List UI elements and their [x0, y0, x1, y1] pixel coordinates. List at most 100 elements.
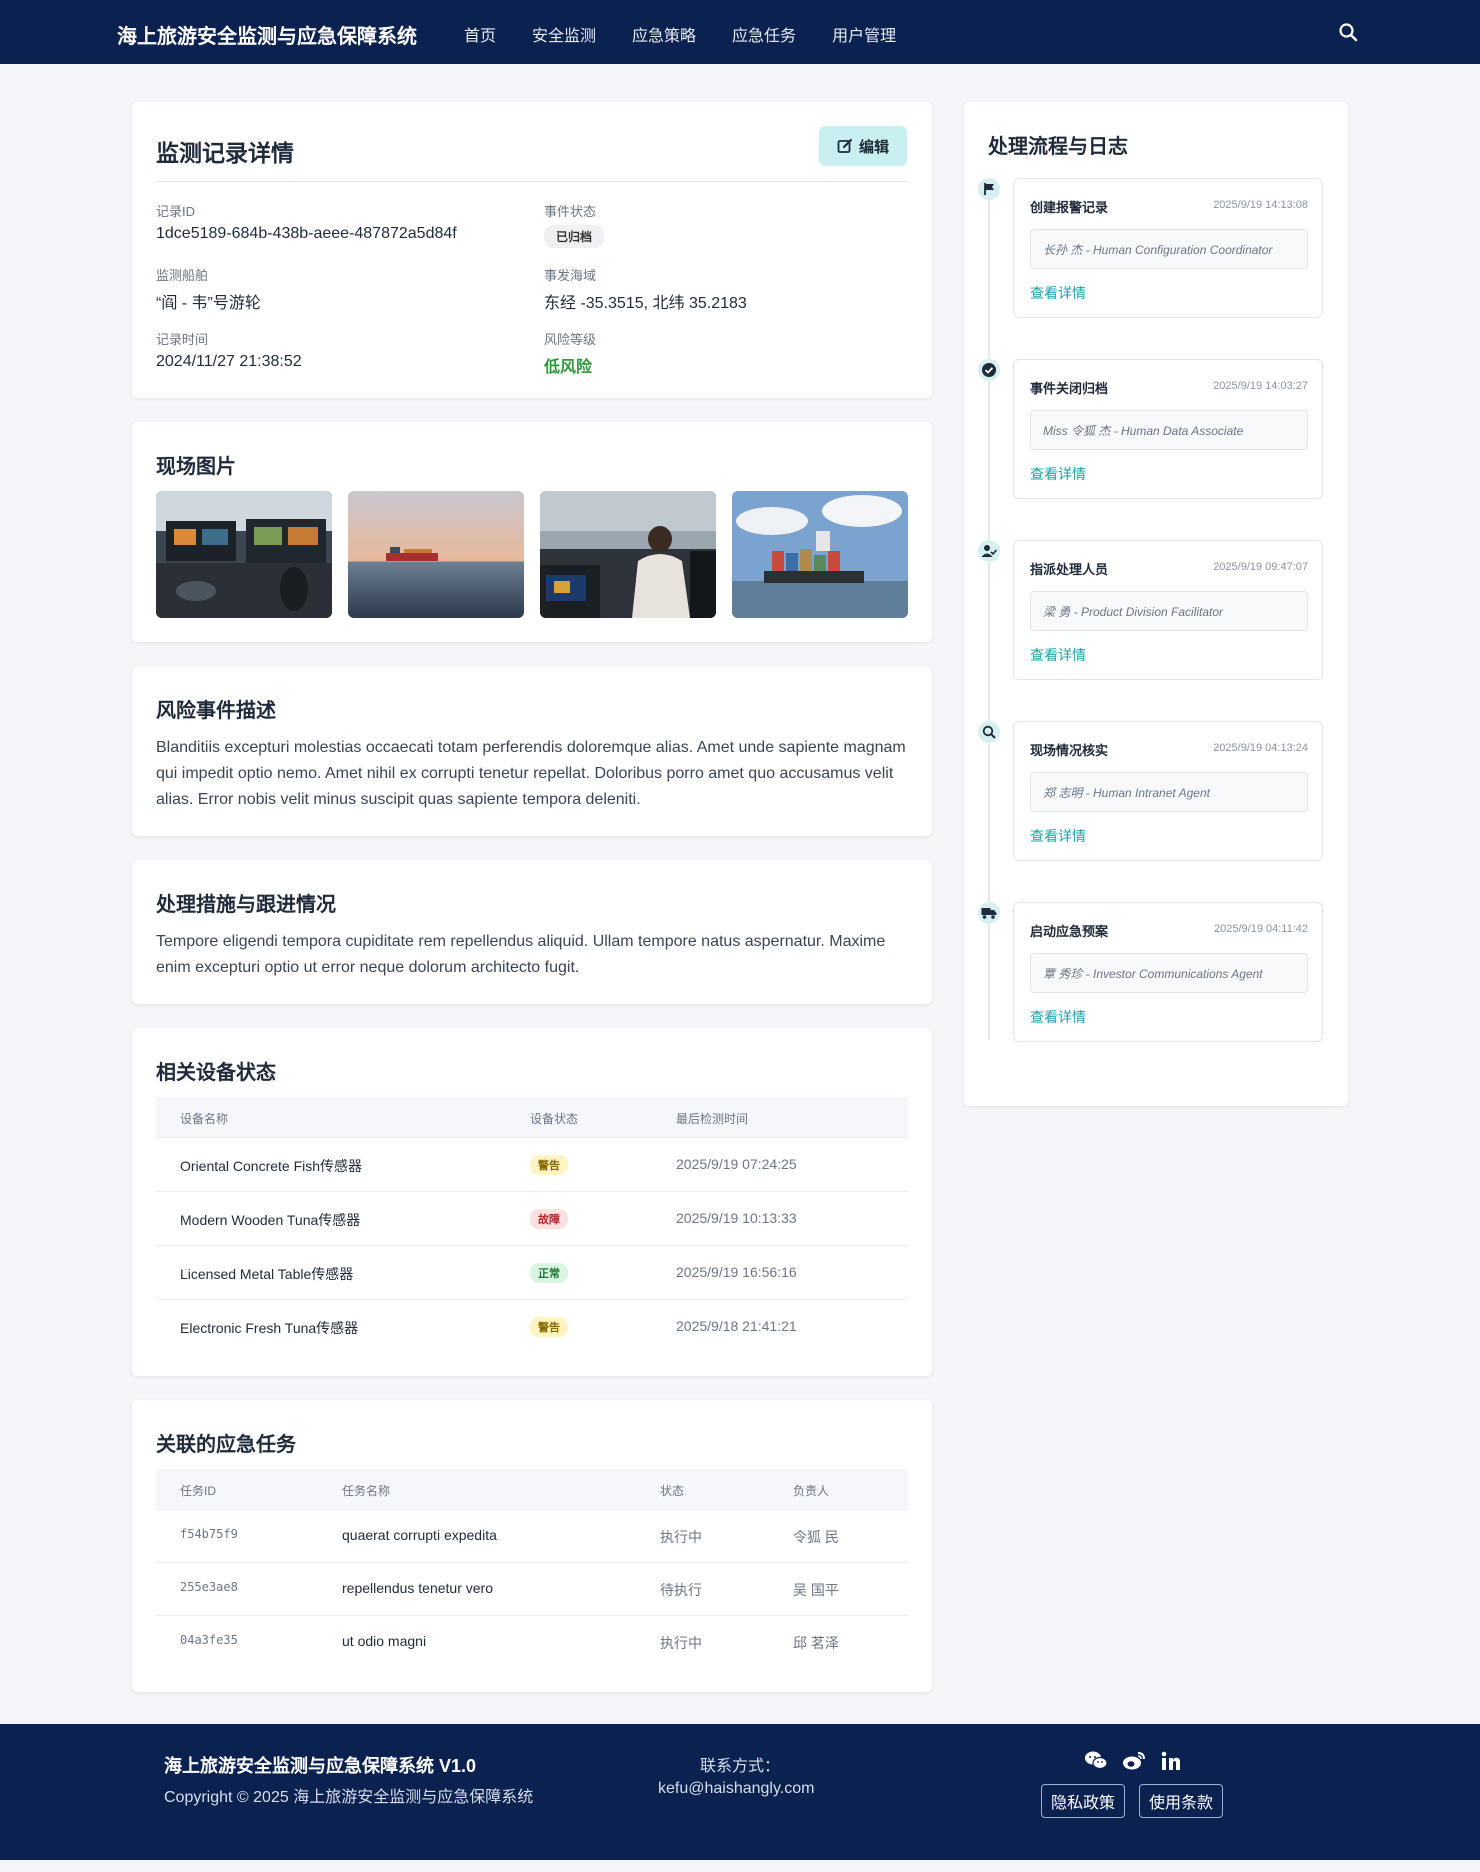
risk-level-value: 低风险: [544, 359, 593, 376]
search-icon: [978, 721, 1000, 743]
footer-email-link[interactable]: kefu@haishangly.com: [658, 1780, 814, 1798]
time-label: 记录时间: [156, 332, 209, 347]
timeline-item-create-alert: 创建报警记录 2025/9/19 14:13:08 长孙 杰 - Human C…: [1013, 178, 1323, 318]
device-status-pill: 警告: [530, 1155, 568, 1175]
edit-button-label: 编辑: [858, 138, 889, 156]
footer-social-icons: [1084, 1750, 1182, 1772]
tasks-title: 关联的应急任务: [156, 1434, 296, 1456]
timeline-item-time: 2025/9/19 04:13:24: [1213, 742, 1308, 754]
devices-row-line: [156, 1191, 908, 1192]
search-icon[interactable]: [1338, 22, 1358, 42]
task-row-status: 执行中: [660, 1635, 702, 1651]
nav-links: 首页 安全监测 应急策略 应急任务 用户管理: [464, 22, 932, 46]
nav-emergency-strategy[interactable]: 应急策略: [632, 22, 696, 46]
area-label: 事发海域: [544, 268, 597, 283]
privacy-policy-button[interactable]: 隐私政策: [1041, 1784, 1125, 1818]
task-row-id[interactable]: 255e3ae8: [180, 1580, 238, 1594]
device-status-pill: 警告: [530, 1317, 568, 1337]
timeline-view-details-link[interactable]: 查看详情: [1030, 826, 1086, 846]
task-row-owner: 吴 国平: [793, 1582, 839, 1598]
device-row-name: Licensed Metal Table传感器: [180, 1266, 354, 1282]
timeline-item-title: 现场情况核实: [1030, 743, 1109, 758]
timeline-item-time: 2025/9/19 14:03:27: [1213, 380, 1308, 392]
devices-row-line: [156, 1299, 908, 1300]
timeline-item-time: 2025/9/19 14:13:08: [1213, 199, 1308, 211]
tasks-col-name: 任务名称: [342, 1484, 391, 1498]
timeline-item-person: 梁 勇 - Product Division Facilitator: [1030, 591, 1308, 631]
timeline-item-title: 事件关闭归档: [1030, 381, 1109, 396]
timeline-item-close-archive: 事件关闭归档 2025/9/19 14:03:27 Miss 令狐 杰 - Hu…: [1013, 359, 1323, 499]
linkedin-icon[interactable]: [1160, 1750, 1182, 1772]
weibo-icon[interactable]: [1122, 1750, 1146, 1772]
devices-row-line: [156, 1245, 908, 1246]
timeline-title: 处理流程与日志: [988, 136, 1128, 158]
flag-icon: [978, 178, 1000, 200]
timeline-item-title: 启动应急预案: [1030, 924, 1109, 939]
brand-title[interactable]: 海上旅游安全监测与应急保障系统: [117, 20, 417, 49]
nav-home[interactable]: 首页: [464, 22, 496, 46]
wechat-icon[interactable]: [1084, 1750, 1108, 1772]
timeline-view-details-link[interactable]: 查看详情: [1030, 1007, 1086, 1027]
nav-safety-monitoring[interactable]: 安全监测: [532, 22, 596, 46]
timeline-item-person: 郑 志明 - Human Intranet Agent: [1030, 772, 1308, 812]
timeline-view-details-link[interactable]: 查看详情: [1030, 464, 1086, 484]
edit-button[interactable]: 编辑: [819, 126, 907, 166]
record-id-label: 记录ID: [156, 204, 196, 219]
timeline-item-assign-staff: 指派处理人员 2025/9/19 09:47:07 梁 勇 - Product …: [1013, 540, 1323, 680]
time-value: 2024/11/27 21:38:52: [156, 353, 302, 370]
cargo-ship-at-sunset-photo[interactable]: [348, 491, 524, 618]
captain-at-helm-photo[interactable]: [540, 491, 716, 618]
device-row-time: 2025/9/19 16:56:16: [676, 1264, 797, 1280]
task-row-owner: 邱 茗泽: [793, 1635, 839, 1651]
tasks-row-line: [156, 1615, 908, 1616]
device-status-pill: 故障: [530, 1209, 568, 1229]
timeline-item-title: 创建报警记录: [1030, 200, 1109, 215]
task-row-owner: 令狐 民: [793, 1529, 839, 1545]
nav-emergency-tasks[interactable]: 应急任务: [732, 22, 796, 46]
task-row-id[interactable]: f54b75f9: [180, 1527, 238, 1541]
devices-col-name: 设备名称: [180, 1112, 229, 1126]
timeline-view-details-link[interactable]: 查看详情: [1030, 283, 1086, 303]
device-row-time: 2025/9/18 21:41:21: [676, 1318, 797, 1334]
timeline-item-person: 长孙 杰 - Human Configuration Coordinator: [1030, 229, 1308, 269]
timeline-item-verify-scene: 现场情况核实 2025/9/19 04:13:24 郑 志明 - Human I…: [1013, 721, 1323, 861]
photos-title: 现场图片: [156, 456, 236, 478]
task-row-id[interactable]: 04a3fe35: [180, 1633, 238, 1647]
page-title: 监测记录详情: [156, 140, 294, 166]
risk-description-text: Blanditiis excepturi molestias occaecati…: [156, 739, 906, 808]
edit-icon: [837, 138, 853, 153]
task-row-name[interactable]: quaerat corrupti expedita: [342, 1527, 497, 1543]
truck-icon: [978, 902, 1000, 924]
risk-label: 风险等级: [544, 332, 597, 347]
footer: 海上旅游安全监测与应急保障系统 V1.0 Copyright © 2025 海上…: [0, 1724, 1480, 1860]
detail-divider: [156, 181, 908, 182]
user-check-icon: [978, 540, 1000, 562]
task-row-name[interactable]: repellendus tenetur vero: [342, 1580, 493, 1596]
device-status-pill: 正常: [530, 1263, 568, 1283]
status-badge: 已归档: [544, 225, 605, 248]
timeline-item-time: 2025/9/19 04:11:42: [1214, 923, 1308, 935]
tasks-row-line: [156, 1509, 908, 1510]
tasks-col-owner: 负责人: [793, 1484, 830, 1498]
terms-of-use-button[interactable]: 使用条款: [1139, 1784, 1223, 1818]
nav-user-management[interactable]: 用户管理: [832, 22, 896, 46]
ship-bridge-console-photo[interactable]: [156, 491, 332, 618]
device-row-time: 2025/9/19 07:24:25: [676, 1156, 797, 1172]
ship-label: 监测船舶: [156, 268, 209, 283]
top-navbar: 海上旅游安全监测与应急保障系统 首页 安全监测 应急策略 应急任务 用户管理: [0, 0, 1480, 64]
devices-col-status: 设备状态: [530, 1112, 579, 1126]
devices-row-line: [156, 1137, 908, 1138]
footer-copyright: Copyright © 2025 海上旅游安全监测与应急保障系统: [164, 1789, 534, 1806]
device-row-name: Modern Wooden Tuna传感器: [180, 1212, 361, 1228]
task-row-name[interactable]: ut odio magni: [342, 1633, 426, 1649]
tasks-row-line: [156, 1562, 908, 1563]
tasks-col-status: 状态: [660, 1484, 685, 1498]
tasks-col-id: 任务ID: [180, 1484, 217, 1498]
risk-description-title: 风险事件描述: [156, 700, 276, 722]
container-ship-photo[interactable]: [732, 491, 908, 618]
timeline-item-start-plan: 启动应急预案 2025/9/19 04:11:42 覃 秀珍 - Investo…: [1013, 902, 1323, 1042]
ship-value: “阎 - 韦”号游轮: [156, 295, 261, 312]
timeline-item-person: 覃 秀珍 - Investor Communications Agent: [1030, 953, 1308, 993]
area-value: 东经 -35.3515, 北纬 35.2183: [544, 295, 747, 312]
timeline-view-details-link[interactable]: 查看详情: [1030, 645, 1086, 665]
